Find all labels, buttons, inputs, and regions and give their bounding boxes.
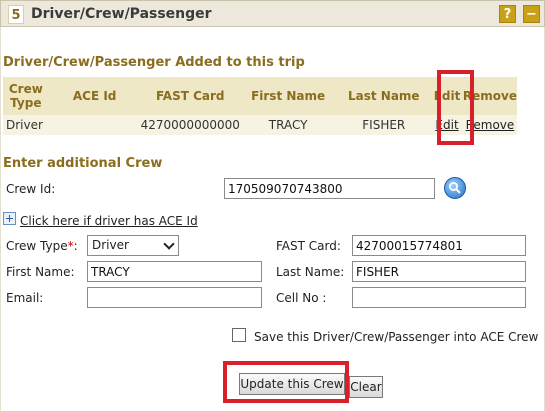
col-remove: Remove: [462, 77, 517, 115]
cell-remove: Remove: [462, 115, 517, 135]
save-to-ace-label: Save this Driver/Crew/Passenger into ACE…: [254, 330, 539, 344]
crew-id-input[interactable]: [224, 178, 435, 199]
crew-table: Crew Type ACE Id FAST Card First Name La…: [3, 77, 517, 135]
col-edit: Edit: [431, 77, 463, 115]
last-name-input[interactable]: [352, 261, 526, 282]
cell-ace-id: [48, 115, 141, 135]
help-button[interactable]: ?: [499, 5, 516, 23]
crew-type-select[interactable]: Driver: [87, 235, 179, 256]
crew-type-label-text: Crew Type: [6, 239, 68, 253]
email-input[interactable]: [87, 287, 262, 308]
first-name-input[interactable]: [87, 261, 262, 282]
col-last-name: Last Name: [336, 77, 432, 115]
cell-last-name: FISHER: [336, 115, 432, 135]
crew-type-label: Crew Type*:: [6, 239, 78, 253]
chevron-down-icon: [163, 238, 175, 250]
expand-plus-icon[interactable]: [3, 212, 16, 225]
cell-fast-card: 4270000000000: [140, 115, 240, 135]
panel-header: 5 Driver/Crew/Passenger ? −: [0, 0, 545, 27]
cell-no-input[interactable]: [352, 287, 526, 308]
crew-type-value: Driver: [92, 238, 129, 252]
edit-link[interactable]: Edit: [435, 118, 458, 132]
first-name-label: First Name:: [6, 265, 75, 279]
table-row: Driver 4270000000000 TRACY FISHER Edit R…: [3, 115, 517, 135]
ace-id-link[interactable]: Click here if driver has ACE Id: [20, 214, 198, 228]
additional-crew-title: Enter additional Crew: [3, 156, 163, 171]
col-crew-type: Crew Type: [3, 77, 49, 115]
cell-first-name: TRACY: [239, 115, 337, 135]
col-ace-id: ACE Id: [48, 77, 141, 115]
step-number: 5: [8, 5, 24, 24]
search-icon[interactable]: [444, 177, 466, 199]
added-crew-title: Driver/Crew/Passenger Added to this trip: [3, 55, 305, 70]
email-label: Email:: [6, 291, 44, 305]
cell-no-label: Cell No :: [276, 291, 327, 305]
save-to-ace-checkbox[interactable]: [232, 328, 246, 342]
remove-link[interactable]: Remove: [466, 118, 515, 132]
col-fast-card: FAST Card: [140, 77, 240, 115]
crew-type-colon: :: [73, 239, 78, 253]
collapse-button[interactable]: −: [523, 5, 540, 23]
last-name-label: Last Name:: [276, 265, 345, 279]
cell-crew-type: Driver: [3, 115, 49, 135]
col-first-name: First Name: [239, 77, 337, 115]
update-crew-button[interactable]: Update this Crew: [239, 373, 345, 395]
panel-title: Driver/Crew/Passenger: [31, 6, 212, 22]
clear-button[interactable]: Clear: [349, 376, 383, 398]
cell-edit: Edit: [431, 115, 463, 135]
crew-id-label: Crew Id:: [6, 182, 56, 196]
fast-card-label: FAST Card:: [276, 239, 341, 253]
fast-card-input[interactable]: [352, 235, 526, 256]
